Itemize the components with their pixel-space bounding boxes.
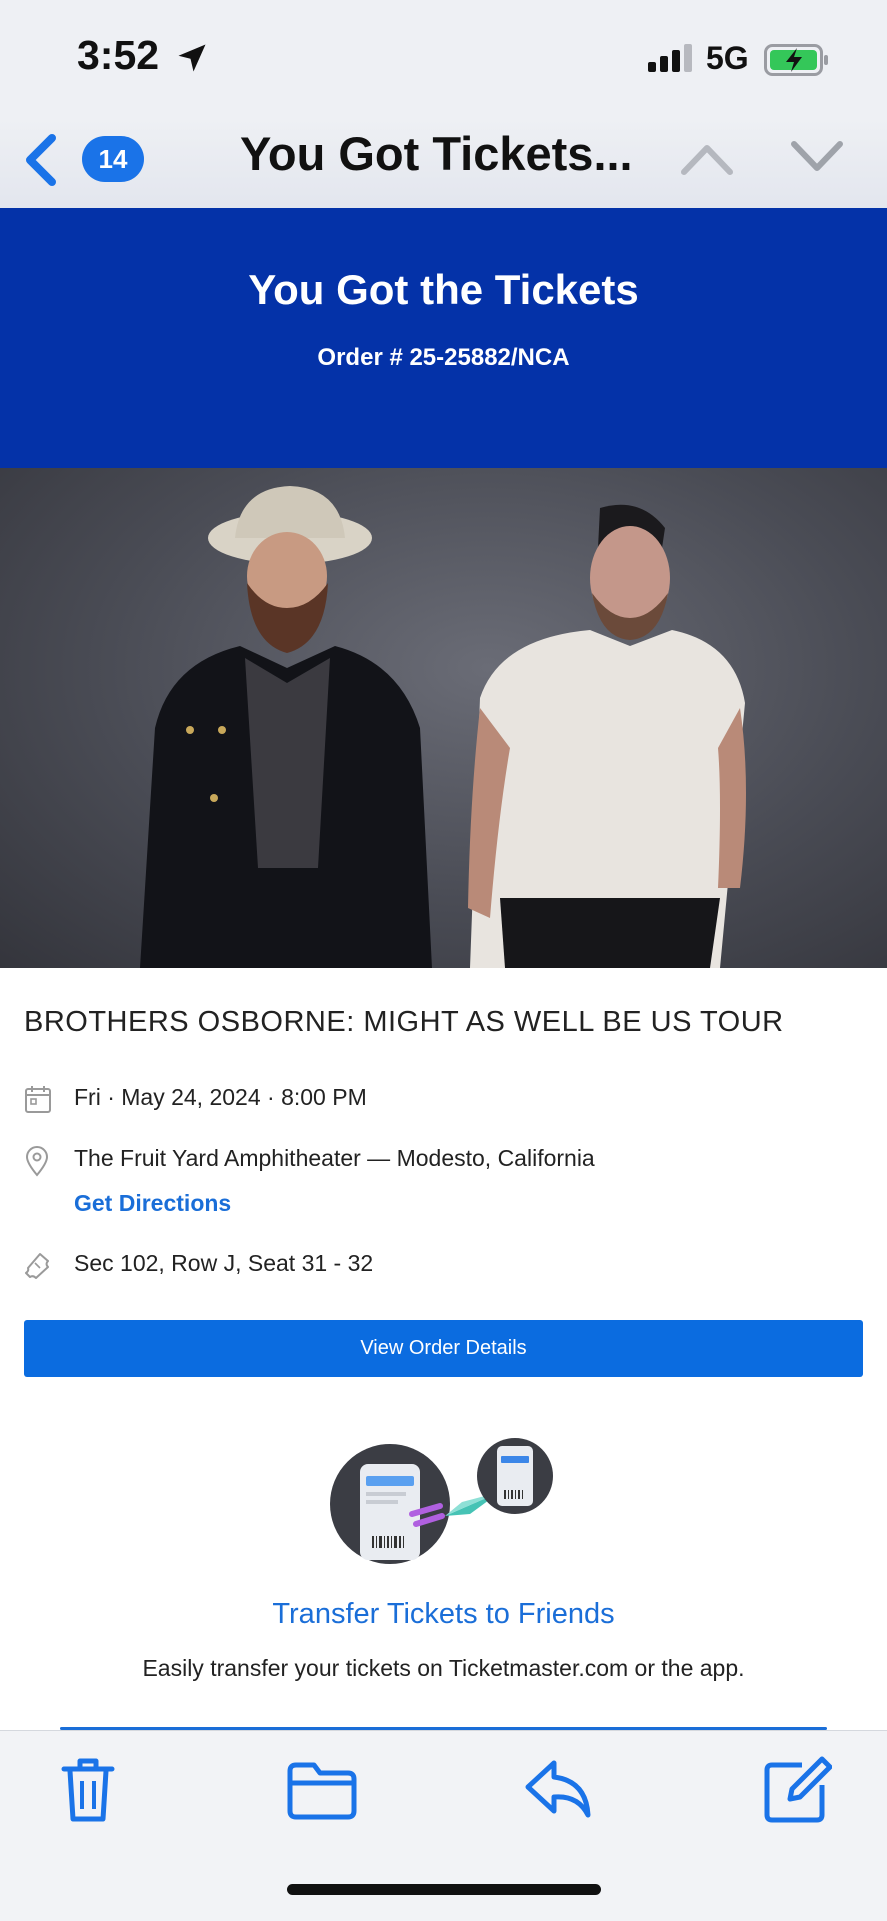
status-bar: 3:52 5G bbox=[0, 0, 887, 118]
location-arrow-icon bbox=[178, 44, 206, 72]
ticket-icon bbox=[25, 1253, 49, 1279]
location-pin-icon bbox=[25, 1146, 49, 1177]
signal-icon bbox=[648, 44, 692, 72]
artist-photo bbox=[0, 468, 887, 968]
battery-charging-icon bbox=[764, 44, 828, 76]
header-banner: You Got the Tickets Order # 25-25882/NCA bbox=[0, 208, 887, 468]
message-subject: You Got Tickets... bbox=[240, 127, 633, 180]
seat-info: Sec 102, Row J, Seat 31 - 32 bbox=[74, 1250, 374, 1276]
unread-count-badge[interactable]: 14 bbox=[82, 136, 144, 182]
get-directions-link[interactable]: Get Directions bbox=[74, 1190, 231, 1217]
transfer-tickets-title[interactable]: Transfer Tickets to Friends bbox=[0, 1598, 887, 1631]
calendar-icon bbox=[25, 1086, 51, 1113]
chevron-up-icon[interactable] bbox=[680, 138, 734, 178]
transfer-tickets-description: Easily transfer your tickets on Ticketma… bbox=[142, 1655, 745, 1681]
event-date: Fri · May 24, 2024 · 8:00 PM bbox=[74, 1084, 367, 1110]
transfer-tickets-illustration bbox=[330, 1438, 553, 1564]
view-order-details-button[interactable]: View Order Details bbox=[24, 1320, 863, 1377]
order-number: Order # 25-25882/NCA bbox=[317, 344, 570, 371]
chevron-down-icon[interactable] bbox=[790, 138, 844, 178]
network-label: 5G bbox=[706, 40, 749, 76]
banner-title: You Got the Tickets bbox=[248, 266, 639, 313]
home-indicator[interactable] bbox=[287, 1884, 601, 1895]
reply-icon[interactable] bbox=[524, 1755, 594, 1821]
event-venue: The Fruit Yard Amphitheater — Modesto, C… bbox=[74, 1145, 595, 1171]
compose-icon[interactable] bbox=[762, 1755, 832, 1825]
chevron-left-icon[interactable] bbox=[16, 130, 64, 190]
trash-icon[interactable] bbox=[58, 1755, 118, 1825]
event-title: BROTHERS OSBORNE: MIGHT AS WELL BE US TO… bbox=[24, 1006, 784, 1038]
message-nav-bar: 14 You Got Tickets... bbox=[0, 118, 887, 209]
folder-icon[interactable] bbox=[286, 1755, 358, 1821]
status-time: 3:52 bbox=[77, 32, 160, 78]
